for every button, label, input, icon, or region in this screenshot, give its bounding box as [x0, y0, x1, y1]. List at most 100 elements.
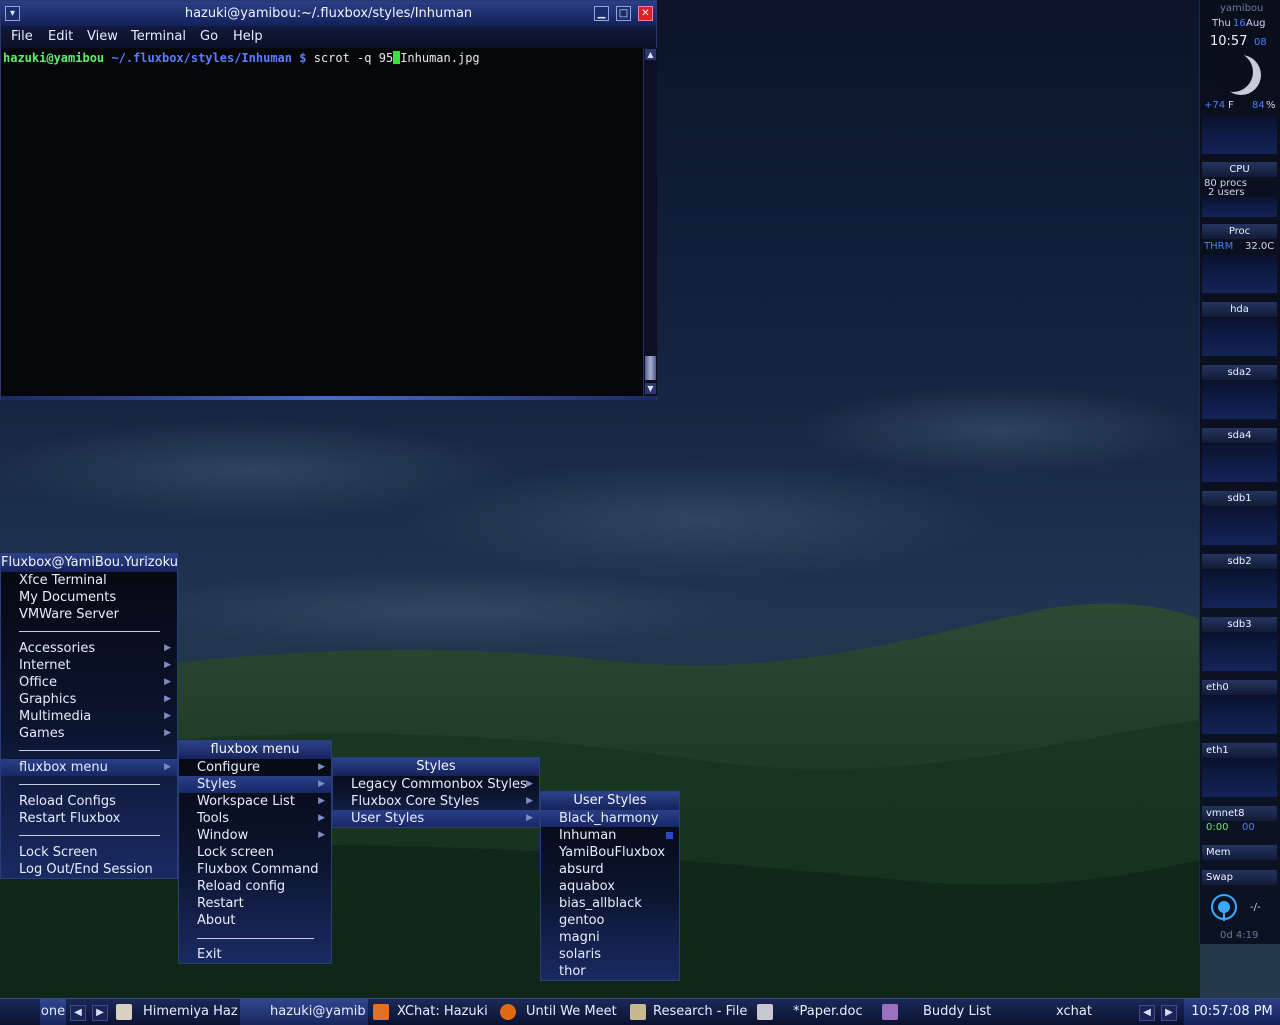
menu-item-user-styles[interactable]: User Styles ▶ [333, 810, 539, 827]
menu-item-restart[interactable]: Restart [179, 895, 331, 912]
xchat-icon [373, 1004, 389, 1020]
root-menu-title: Fluxbox@YamiBou.Yurizoku [1, 554, 178, 572]
menu-item-multimedia[interactable]: Multimedia ▶ [1, 708, 177, 725]
terminal-window[interactable]: ▾ hazuki@yamibou:~/.fluxbox/styles/Inhum… [0, 0, 657, 400]
menu-view[interactable]: View [87, 29, 118, 44]
disk-sda4-graph [1202, 444, 1277, 482]
task-firefox[interactable]: Until We Meet [526, 999, 617, 1025]
mem-header: Mem [1202, 845, 1277, 860]
proc-header: Proc [1202, 224, 1277, 239]
scroll-thumb[interactable] [645, 356, 656, 380]
terminal-titlebar[interactable]: ▾ hazuki@yamibou:~/.fluxbox/styles/Inhum… [1, 1, 656, 27]
task-xchat[interactable]: XChat: Hazuki [397, 999, 488, 1025]
menu-item-lock-screen-2[interactable]: Lock screen [179, 844, 331, 861]
folder-icon [630, 1004, 646, 1020]
maximize-button[interactable]: □ [616, 6, 631, 21]
menu-item-exit[interactable]: Exit [179, 946, 331, 963]
menu-item-reload-configs[interactable]: Reload Configs [1, 793, 177, 810]
task-paper-doc[interactable]: *Paper.doc [793, 999, 863, 1025]
menu-item-graphics[interactable]: Graphics ▶ [1, 691, 177, 708]
task-file-manager[interactable]: Research - File [653, 999, 747, 1025]
menu-item-games[interactable]: Games ▶ [1, 725, 177, 742]
terminal-scrollbar[interactable]: ▲ ▼ [643, 48, 657, 396]
thermal-value: 32.0C [1245, 241, 1275, 252]
menu-edit[interactable]: Edit [48, 29, 73, 44]
menu-item-restart-fluxbox[interactable]: Restart Fluxbox [1, 810, 177, 827]
uptime: 0d 4:19 [1220, 930, 1259, 941]
terminal-menubar: File Edit View Terminal Go Help [1, 26, 656, 48]
menu-item-style-gentoo[interactable]: gentoo [541, 912, 679, 929]
menu-item-style-solaris[interactable]: solaris [541, 946, 679, 963]
menu-item-style-black-harmony[interactable]: Black_harmony [541, 810, 679, 827]
menu-file[interactable]: File [11, 29, 33, 44]
menu-help[interactable]: Help [233, 29, 263, 44]
menu-item-style-magni[interactable]: magni [541, 929, 679, 946]
prompt-path: ~/.fluxbox/styles/Inhuman $ [111, 51, 307, 65]
window-bottom-border[interactable] [1, 396, 656, 400]
menu-terminal[interactable]: Terminal [131, 29, 186, 44]
net-eth0-header: eth0 [1202, 680, 1277, 695]
net-eth0-graph [1202, 696, 1277, 734]
menu-item-styles[interactable]: Styles ▶ [179, 776, 331, 793]
menu-item-legacy-styles[interactable]: Legacy Commonbox Styles ▶ [333, 776, 539, 793]
menu-go[interactable]: Go [200, 29, 218, 44]
menu-item-style-absurd[interactable]: absurd [541, 861, 679, 878]
menu-separator [19, 631, 160, 632]
menu-separator [19, 750, 160, 751]
date-month: Aug [1246, 18, 1266, 29]
menu-item-logout[interactable]: Log Out/End Session [1, 861, 177, 878]
menu-item-xfce-terminal[interactable]: Xfce Terminal [1, 572, 177, 589]
menu-item-tools[interactable]: Tools ▶ [179, 810, 331, 827]
disk-sdb1-header: sdb1 [1202, 491, 1277, 506]
net-vmnet8-up: 0:00 [1206, 822, 1229, 833]
menu-item-window[interactable]: Window ▶ [179, 827, 331, 844]
menu-item-fluxbox-menu[interactable]: fluxbox menu ▶ [1, 759, 177, 776]
menu-item-style-thor[interactable]: thor [541, 963, 679, 980]
task-xchat-2[interactable]: xchat [1056, 999, 1092, 1025]
menu-item-vmware-server[interactable]: VMWare Server [1, 606, 177, 623]
menu-item-style-yamiboufluxbox[interactable]: YamiBouFluxbox [541, 844, 679, 861]
menu-item-lock-screen[interactable]: Lock Screen [1, 844, 177, 861]
scroll-up-icon[interactable]: ▲ [645, 49, 656, 60]
menu-item-internet[interactable]: Internet ▶ [1, 657, 177, 674]
day-of-week: Thu [1212, 18, 1231, 29]
network-status-icon [1211, 894, 1237, 921]
minimize-button[interactable]: ▁ [594, 6, 609, 21]
menu-item-fluxbox-command[interactable]: Fluxbox Command [179, 861, 331, 878]
terminal-output[interactable]: hazuki@yamibou ~/.fluxbox/styles/Inhuman… [1, 48, 642, 396]
menu-item-reload-config[interactable]: Reload config [179, 878, 331, 895]
menu-item-style-bias-allblack[interactable]: bias_allblack [541, 895, 679, 912]
menu-item-office[interactable]: Office ▶ [1, 674, 177, 691]
menu-item-style-inhuman[interactable]: Inhuman [541, 827, 679, 844]
task-terminal[interactable]: hazuki@yamib [270, 999, 366, 1025]
command-text: scrot -q 95 [313, 51, 394, 65]
menu-item-core-styles[interactable]: Fluxbox Core Styles ▶ [333, 793, 539, 810]
menu-item-accessories[interactable]: Accessories ▶ [1, 640, 177, 657]
task-buddy-list[interactable]: Buddy List [923, 999, 991, 1025]
scroll-down-icon[interactable]: ▼ [645, 383, 656, 394]
workspace-next-icon[interactable]: ▶ [92, 1005, 108, 1021]
taskbar: one ◀ ▶ Himemiya Haz hazuki@yamib XChat:… [0, 998, 1280, 1025]
disk-sdb2-header: sdb2 [1202, 554, 1277, 569]
menu-separator [197, 938, 314, 939]
submenu-arrow-icon: ▶ [164, 711, 171, 721]
workspace-prev-icon[interactable]: ◀ [70, 1005, 86, 1021]
task-himemiya[interactable]: Himemiya Haz [143, 999, 238, 1025]
disk-sdb3-graph [1202, 633, 1277, 671]
temperature: +74 [1204, 100, 1226, 111]
task-next-icon[interactable]: ▶ [1161, 1005, 1177, 1021]
close-button[interactable]: ✕ [638, 6, 653, 21]
menu-separator [19, 835, 160, 836]
system-monitor-panel: yamibou Thu 16 Aug 10:57 08 +74 F 84 % 3… [1199, 0, 1280, 944]
menu-item-workspace-list[interactable]: Workspace List ▶ [179, 793, 331, 810]
workspace-name[interactable]: one [40, 999, 66, 1025]
menu-item-my-documents[interactable]: My Documents [1, 589, 177, 606]
prompt-line: hazuki@yamibou ~/.fluxbox/styles/Inhuman… [3, 51, 480, 65]
taskbar-clock[interactable]: 10:57:08 PM [1184, 999, 1280, 1025]
styles-menu-title: Styles [333, 758, 539, 776]
menu-item-configure[interactable]: Configure ▶ [179, 759, 331, 776]
task-prev-icon[interactable]: ◀ [1139, 1005, 1155, 1021]
menu-item-style-aquabox[interactable]: aquabox [541, 878, 679, 895]
humidity: 84 [1252, 100, 1265, 111]
menu-item-about[interactable]: About [179, 912, 331, 929]
